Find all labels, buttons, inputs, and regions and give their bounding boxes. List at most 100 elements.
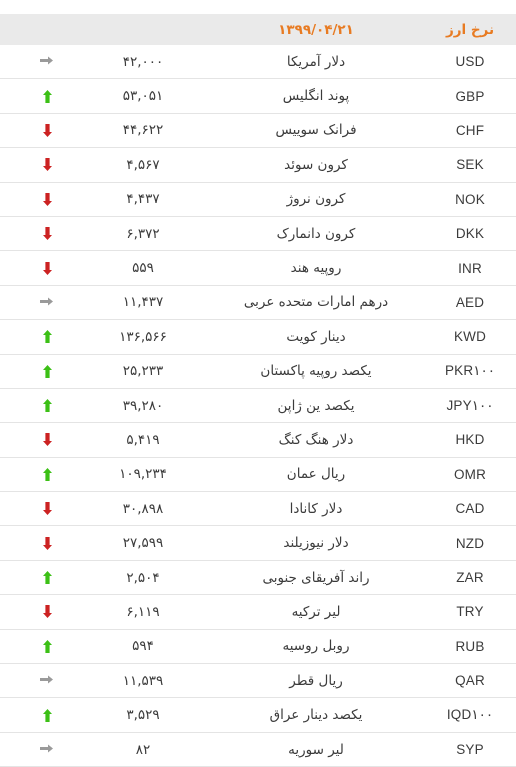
arrow-right-icon: [39, 54, 54, 69]
chart-cell[interactable]: [0, 560, 16, 596]
table-row[interactable]: KWD دینار کویت ۱۳۶,۵۶۶: [0, 319, 516, 355]
chart-cell[interactable]: [0, 319, 16, 355]
arrow-down-icon: [41, 536, 54, 551]
chart-cell[interactable]: [0, 285, 16, 321]
currency-name: کرون نروژ: [208, 182, 424, 217]
currency-name: کرون سوئد: [208, 147, 424, 183]
chart-cell[interactable]: [0, 147, 16, 183]
exchange-rate-page: نرخ ارز ۱۳۹۹/۰۴/۲۱ USD دلار آمریکا ۴۲,۰۰۰ G…: [0, 0, 516, 767]
trend-cell: [16, 457, 78, 493]
chart-cell[interactable]: [0, 663, 16, 699]
table-body: USD دلار آمریکا ۴۲,۰۰۰ GBP پوند انگلیس ۵۳,۰۵۱…: [0, 45, 516, 767]
currency-name: دلار نیوزیلند: [208, 525, 424, 561]
table-row[interactable]: TRY لیر ترکیه ۶,۱۱۹: [0, 594, 516, 630]
table-row[interactable]: AED درهم امارات متحده عربی ۱۱,۴۳۷: [0, 285, 516, 321]
rate-value: ۱۱,۵۳۹: [78, 663, 208, 699]
chart-cell[interactable]: [0, 457, 16, 493]
table-row[interactable]: SYP لیر سوریه ۸۲: [0, 732, 516, 767]
trend-cell: [16, 388, 78, 424]
currency-symbol: NZD: [424, 525, 516, 561]
rate-value: ۵۵۹: [78, 250, 208, 286]
rate-value: ۳۰,۸۹۸: [78, 491, 208, 527]
rate-value: ۱۳۶,۵۶۶: [78, 319, 208, 355]
rate-value: ۴۲,۰۰۰: [78, 45, 208, 80]
trend-cell: [16, 285, 78, 321]
currency-symbol: CHF: [424, 113, 516, 149]
chart-cell[interactable]: [0, 697, 16, 733]
chart-cell[interactable]: [0, 78, 16, 114]
chart-cell[interactable]: [0, 354, 16, 389]
arrow-right-icon: [39, 295, 54, 310]
arrow-down-icon: [41, 157, 54, 172]
rate-value: ۲,۵۰۴: [78, 560, 208, 596]
table-row[interactable]: HKD دلار هنگ کنگ ۵,۴۱۹: [0, 422, 516, 458]
chart-cell[interactable]: [0, 388, 16, 424]
currency-symbol: SYP: [424, 732, 516, 767]
table-row[interactable]: GBP پوند انگلیس ۵۳,۰۵۱: [0, 78, 516, 114]
arrow-up-icon: [41, 329, 54, 344]
trend-cell: [16, 560, 78, 596]
trend-cell: [16, 525, 78, 561]
arrow-up-icon: [41, 639, 54, 654]
table-row[interactable]: CHF فرانک سوییس ۴۴,۶۲۲: [0, 113, 516, 149]
table-row[interactable]: ZAR راند آفریقای جنوبی ۲,۵۰۴: [0, 560, 516, 596]
chart-cell[interactable]: [0, 629, 16, 665]
chart-cell[interactable]: [0, 45, 16, 80]
table-header: نرخ ارز ۱۳۹۹/۰۴/۲۱: [0, 14, 516, 45]
column-header-chart: [0, 14, 16, 45]
table-row[interactable]: RUB روبل روسیه ۵۹۴: [0, 629, 516, 665]
arrow-up-icon: [41, 708, 54, 723]
table-row[interactable]: INR روپیه هند ۵۵۹: [0, 250, 516, 286]
chart-cell[interactable]: [0, 113, 16, 149]
currency-symbol: ZAR: [424, 560, 516, 596]
chart-cell[interactable]: [0, 594, 16, 630]
rate-value: ۱۰۹,۲۳۴: [78, 457, 208, 493]
currency-symbol: JPY۱۰۰: [424, 388, 516, 424]
arrow-down-icon: [41, 192, 54, 207]
rate-value: ۲۷,۵۹۹: [78, 525, 208, 561]
table-row[interactable]: PKR۱۰۰ یکصد روپیه پاکستان ۲۵,۲۳۳: [0, 354, 516, 389]
trend-cell: [16, 216, 78, 252]
table-row[interactable]: NZD دلار نیوزیلند ۲۷,۵۹۹: [0, 525, 516, 561]
rate-value: ۶,۳۷۲: [78, 216, 208, 252]
arrow-down-icon: [41, 226, 54, 241]
trend-cell: [16, 147, 78, 183]
chart-cell[interactable]: [0, 182, 16, 217]
table-row[interactable]: JPY۱۰۰ یکصد ین ژاپن ۳۹,۲۸۰: [0, 388, 516, 424]
arrow-up-icon: [41, 467, 54, 482]
column-header-trend: [16, 14, 78, 45]
chart-cell[interactable]: [0, 216, 16, 252]
table-row[interactable]: OMR ریال عمان ۱۰۹,۲۳۴: [0, 457, 516, 493]
table-row[interactable]: USD دلار آمریکا ۴۲,۰۰۰: [0, 45, 516, 80]
chart-cell[interactable]: [0, 525, 16, 561]
table-row[interactable]: NOK کرون نروژ ۴,۴۳۷: [0, 182, 516, 217]
table-row[interactable]: QAR ریال قطر ۱۱,۵۳۹: [0, 663, 516, 699]
rate-value: ۲۵,۲۳۳: [78, 354, 208, 389]
currency-symbol: USD: [424, 45, 516, 80]
currency-name: پوند انگلیس: [208, 78, 424, 114]
trend-cell: [16, 491, 78, 527]
chart-cell[interactable]: [0, 732, 16, 767]
currency-name: لیر سوریه: [208, 732, 424, 767]
currency-name: ریال قطر: [208, 663, 424, 699]
arrow-right-icon: [39, 742, 54, 757]
rate-value: ۳۹,۲۸۰: [78, 388, 208, 424]
currency-symbol: RUB: [424, 629, 516, 665]
rate-value: ۴,۴۳۷: [78, 182, 208, 217]
currency-symbol: HKD: [424, 422, 516, 458]
exchange-rate-table: نرخ ارز ۱۳۹۹/۰۴/۲۱ USD دلار آمریکا ۴۲,۰۰۰ G…: [0, 14, 516, 767]
table-row[interactable]: IQD۱۰۰ یکصد دینار عراق ۳,۵۲۹: [0, 697, 516, 733]
trend-cell: [16, 629, 78, 665]
chart-cell[interactable]: [0, 491, 16, 527]
currency-symbol: SEK: [424, 147, 516, 183]
table-row[interactable]: CAD دلار کانادا ۳۰,۸۹۸: [0, 491, 516, 527]
table-row[interactable]: SEK کرون سوئد ۴,۵۶۷: [0, 147, 516, 183]
currency-name: یکصد روپیه پاکستان: [208, 354, 424, 389]
table-header-row: نرخ ارز ۱۳۹۹/۰۴/۲۱: [0, 14, 516, 45]
chart-cell[interactable]: [0, 250, 16, 286]
trend-cell: [16, 422, 78, 458]
chart-cell[interactable]: [0, 422, 16, 458]
currency-symbol: QAR: [424, 663, 516, 699]
trend-cell: [16, 45, 78, 80]
table-row[interactable]: DKK کرون دانمارک ۶,۳۷۲: [0, 216, 516, 252]
